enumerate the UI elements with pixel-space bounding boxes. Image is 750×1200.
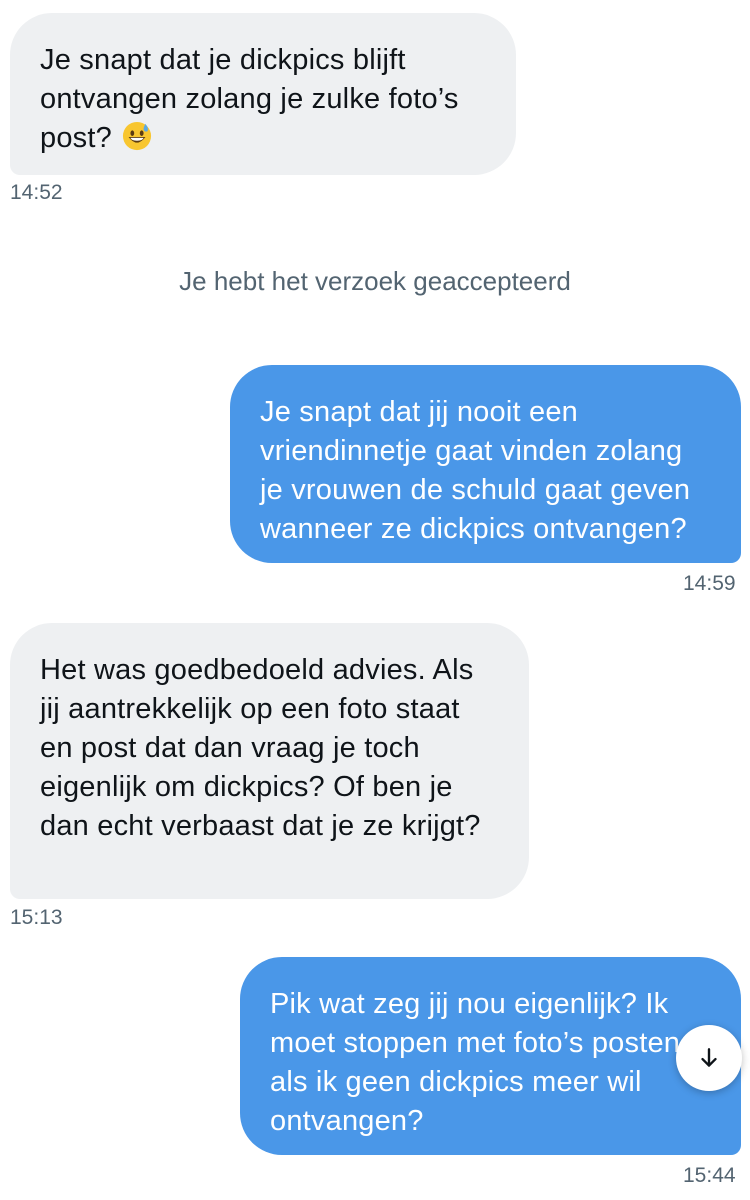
message-text: Je snapt dat jij nooit een vriendinnetje… <box>260 396 691 545</box>
message-bubble-outgoing[interactable]: Je snapt dat jij nooit een vriendinnetje… <box>230 365 741 563</box>
grinning-face-with-sweat-icon <box>123 121 152 151</box>
message-text: Het was goedbedoeld advies. Als jij aant… <box>40 654 481 842</box>
message-text: Je snapt dat je dickpics blijft ontvange… <box>40 44 459 154</box>
message-timestamp: 15:13 <box>10 906 63 929</box>
message-bubble-incoming[interactable]: Het was goedbedoeld advies. Als jij aant… <box>10 623 529 899</box>
message-timestamp: 15:44 <box>683 1164 736 1187</box>
message-timestamp: 14:59 <box>683 572 736 595</box>
message-bubble-outgoing[interactable]: Pik wat zeg jij nou eigenlijk? Ik moet s… <box>240 957 741 1155</box>
message-bubble-incoming[interactable]: Je snapt dat je dickpics blijft ontvange… <box>10 13 516 175</box>
arrow-down-icon <box>701 1048 717 1067</box>
message-text: Pik wat zeg jij nou eigenlijk? Ik moet s… <box>270 988 681 1137</box>
scroll-to-bottom-button[interactable] <box>676 1025 742 1091</box>
message-timestamp: 14:52 <box>10 181 63 204</box>
request-accepted-notice: Je hebt het verzoek geaccepteerd <box>179 266 571 296</box>
